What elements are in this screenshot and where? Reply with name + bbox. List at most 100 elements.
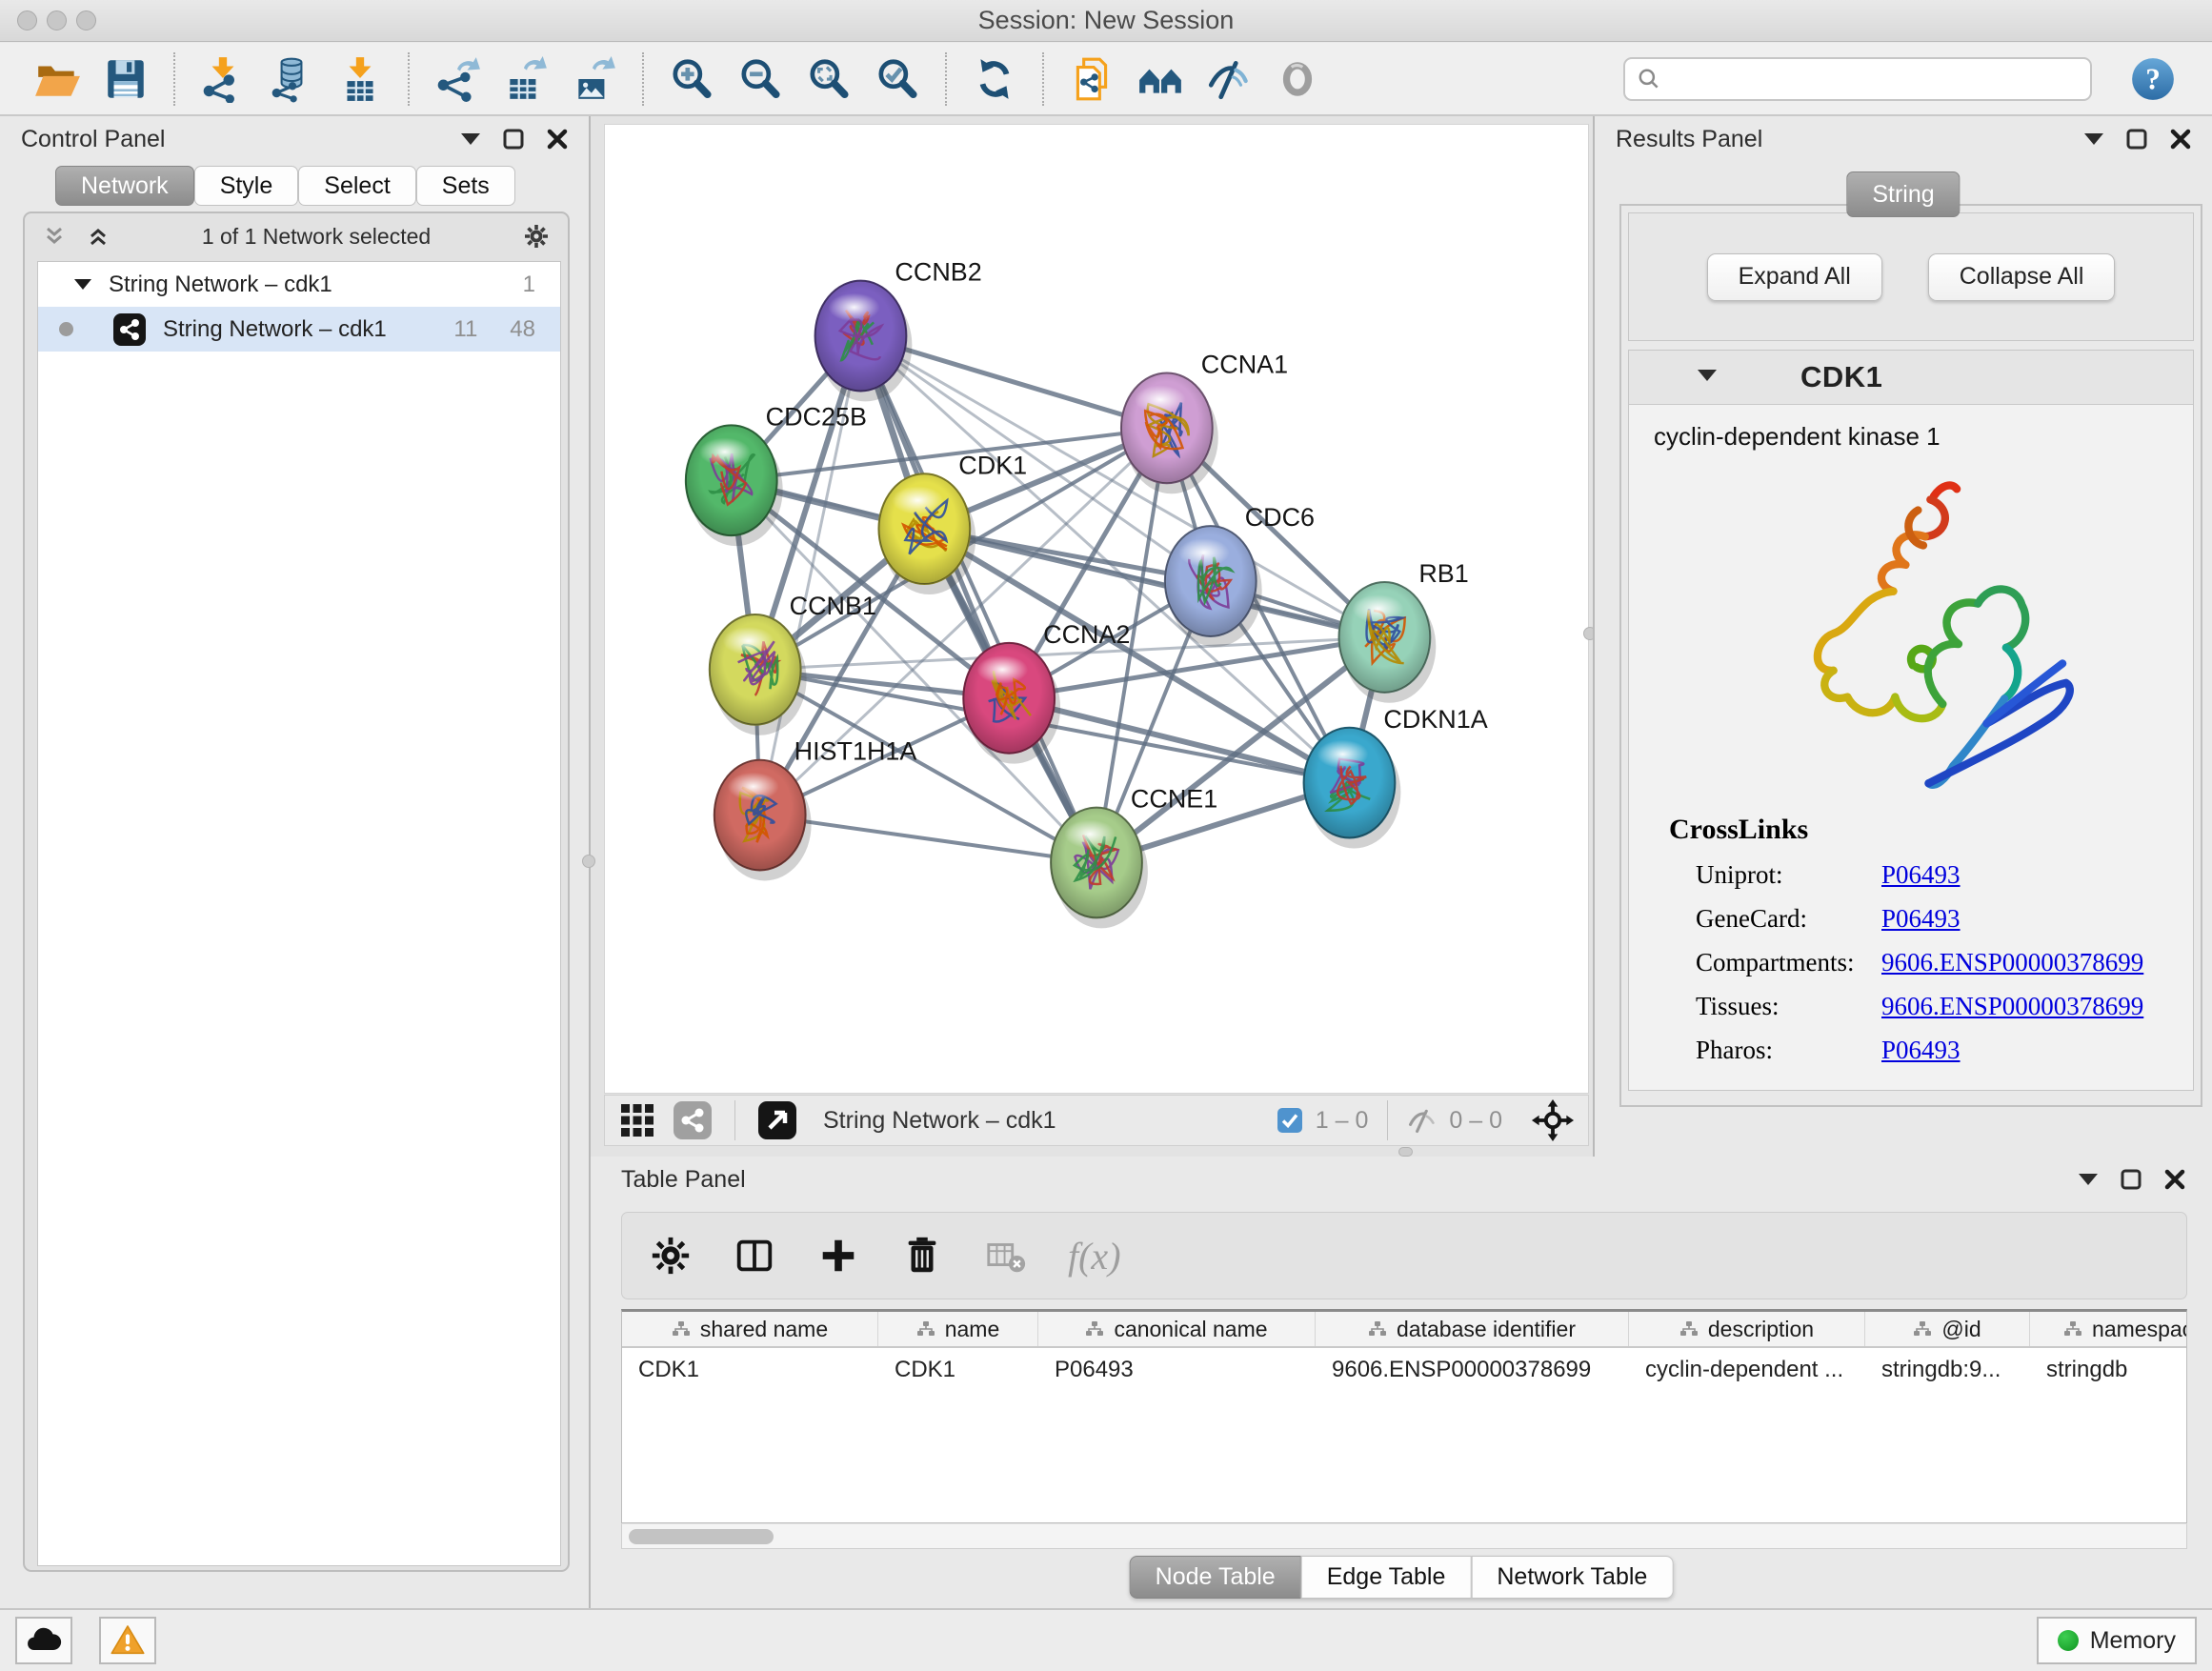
memory-button[interactable]: Memory: [2037, 1617, 2197, 1664]
network-row[interactable]: String Network – cdk1 11 48: [38, 307, 560, 352]
save-session-button[interactable]: [95, 50, 156, 109]
network-node-rb1[interactable]: RB1: [1338, 559, 1468, 703]
close-panel-icon[interactable]: [547, 129, 568, 150]
table-tab-network-table[interactable]: Network Table: [1471, 1556, 1673, 1599]
help-button[interactable]: ?: [2122, 50, 2183, 109]
hidden-eye-icon[interactable]: [1407, 1106, 1436, 1135]
network-node-ccna1[interactable]: CCNA1: [1121, 350, 1288, 493]
table-tab-edge-table[interactable]: Edge Table: [1301, 1556, 1472, 1599]
add-column-icon[interactable]: [816, 1234, 860, 1278]
search-input[interactable]: [1671, 66, 2079, 92]
table-row[interactable]: CDK1CDK1P064939606.ENSP00000378699cyclin…: [622, 1348, 2186, 1392]
float-panel-icon[interactable]: [2121, 1169, 2142, 1190]
crosslink-link[interactable]: 9606.ENSP00000378699: [1881, 992, 2143, 1021]
toolbar-separator: [945, 52, 947, 106]
selected-checkbox-icon[interactable]: [1277, 1108, 1302, 1133]
network-node-hist1h1a[interactable]: HIST1H1A: [714, 737, 917, 881]
detach-view-icon[interactable]: [758, 1101, 796, 1139]
warnings-button[interactable]: [99, 1617, 156, 1664]
panel-menu-icon[interactable]: [2084, 133, 2103, 154]
crosslinks-section: CrossLinks Uniprot:P06493GeneCard:P06493…: [1629, 810, 2193, 1090]
network-home-button[interactable]: [1130, 50, 1191, 109]
table-toolbar: f(x): [621, 1212, 2187, 1299]
collapse-all-button[interactable]: Collapse All: [1928, 253, 2116, 301]
float-panel-icon[interactable]: [503, 129, 524, 150]
minimize-window-button[interactable]: [47, 10, 67, 30]
node-label: CCNE1: [1131, 785, 1217, 814]
control-panel-tab-network[interactable]: Network: [55, 166, 194, 206]
open-session-button[interactable]: [27, 50, 88, 109]
column-header-name[interactable]: name: [878, 1312, 1038, 1346]
bottom-splitter-grip[interactable]: [1398, 1147, 1413, 1157]
panel-menu-icon[interactable]: [2079, 1174, 2098, 1195]
import-network-from-database-button[interactable]: [261, 50, 322, 109]
grid-view-icon[interactable]: [618, 1101, 656, 1139]
update-network-button[interactable]: [964, 50, 1025, 109]
close-panel-icon[interactable]: [2164, 1169, 2185, 1190]
column-header-id[interactable]: @id: [1865, 1312, 2030, 1346]
column-header-description[interactable]: description: [1629, 1312, 1865, 1346]
crosslink-link[interactable]: P06493: [1881, 904, 1961, 934]
collapse-section-icon[interactable]: [1698, 370, 1717, 391]
table-horizontal-scrollbar[interactable]: [621, 1523, 2187, 1549]
column-header-shared-name[interactable]: shared name: [622, 1312, 878, 1346]
export-table-button[interactable]: [495, 50, 556, 109]
control-panel-tab-sets[interactable]: Sets: [416, 166, 515, 206]
graphics-detail-button[interactable]: [1267, 50, 1328, 109]
network-node-ccnb2[interactable]: CCNB2: [815, 258, 982, 402]
zoom-window-button[interactable]: [76, 10, 96, 30]
left-splitter-grip[interactable]: [582, 855, 595, 868]
zoom-fit-button[interactable]: [798, 50, 859, 109]
show-hide-graphics-button[interactable]: [1198, 50, 1259, 109]
network-node-cdkn1a[interactable]: CDKN1A: [1304, 705, 1488, 849]
close-panel-icon[interactable]: [2170, 129, 2191, 150]
network-node-cdc25b[interactable]: CDC25B: [686, 402, 867, 546]
control-panel-tab-select[interactable]: Select: [298, 166, 415, 206]
zoom-selected-button[interactable]: [867, 50, 928, 109]
import-network-from-file-button[interactable]: [192, 50, 253, 109]
zoom-out-button[interactable]: [730, 50, 791, 109]
network-view-icon[interactable]: [674, 1101, 712, 1139]
show-columns-icon[interactable]: [733, 1234, 776, 1278]
node-label: CCNB2: [895, 258, 981, 287]
column-header-canonical-name[interactable]: canonical name: [1038, 1312, 1316, 1346]
network-label: String Network – cdk1: [163, 316, 387, 343]
network-edge[interactable]: [860, 336, 1096, 863]
column-header-namespace[interactable]: namespace: [2030, 1312, 2187, 1346]
collection-expander-icon[interactable]: [74, 279, 91, 298]
zoom-in-button[interactable]: [661, 50, 722, 109]
results-tab-string[interactable]: String: [1846, 171, 1960, 217]
crosslink-link[interactable]: 9606.ENSP00000378699: [1881, 948, 2143, 977]
cloud-status-button[interactable]: [15, 1617, 72, 1664]
export-image-button[interactable]: [564, 50, 625, 109]
control-panel: Control Panel NetworkStyleSelectSets 1 o…: [0, 116, 591, 1608]
scrollbar-thumb[interactable]: [629, 1529, 774, 1544]
crosslink-link[interactable]: P06493: [1881, 860, 1961, 890]
string-results-box: Expand All Collapse All CDK1 cyclin-depe…: [1619, 204, 2202, 1107]
pan-crosshair-icon[interactable]: [1531, 1098, 1575, 1142]
clone-network-button[interactable]: [1061, 50, 1122, 109]
close-window-button[interactable]: [17, 10, 37, 30]
float-panel-icon[interactable]: [2126, 129, 2147, 150]
zoom-fit-icon: [805, 55, 853, 103]
expand-all-icon[interactable]: [86, 224, 111, 249]
table-settings-gear-icon[interactable]: [649, 1234, 693, 1278]
delete-column-icon[interactable]: [900, 1234, 944, 1278]
control-panel-tab-style[interactable]: Style: [194, 166, 299, 206]
network-icon: [113, 313, 146, 346]
crosslink-link[interactable]: P06493: [1881, 1036, 1961, 1065]
collapse-all-icon[interactable]: [42, 224, 67, 249]
zoom-in-icon: [668, 55, 715, 103]
panel-menu-icon[interactable]: [461, 133, 480, 154]
import-table-button[interactable]: [330, 50, 391, 109]
export-network-button[interactable]: [427, 50, 488, 109]
gear-icon[interactable]: [522, 222, 551, 251]
column-header-database-identifier[interactable]: database identifier: [1316, 1312, 1629, 1346]
table-tab-node-table[interactable]: Node Table: [1130, 1556, 1301, 1599]
toolbar-separator: [734, 1100, 735, 1140]
network-node-ccne1[interactable]: CCNE1: [1051, 785, 1217, 929]
network-canvas[interactable]: CCNB2CCNA1CDC25BCDK1CDC6RB1CCNB1CCNA2CDK…: [604, 124, 1589, 1094]
network-collection-row[interactable]: String Network – cdk1 1: [38, 262, 560, 307]
expand-all-button[interactable]: Expand All: [1707, 253, 1882, 301]
protein-section-header[interactable]: CDK1: [1629, 351, 2193, 405]
